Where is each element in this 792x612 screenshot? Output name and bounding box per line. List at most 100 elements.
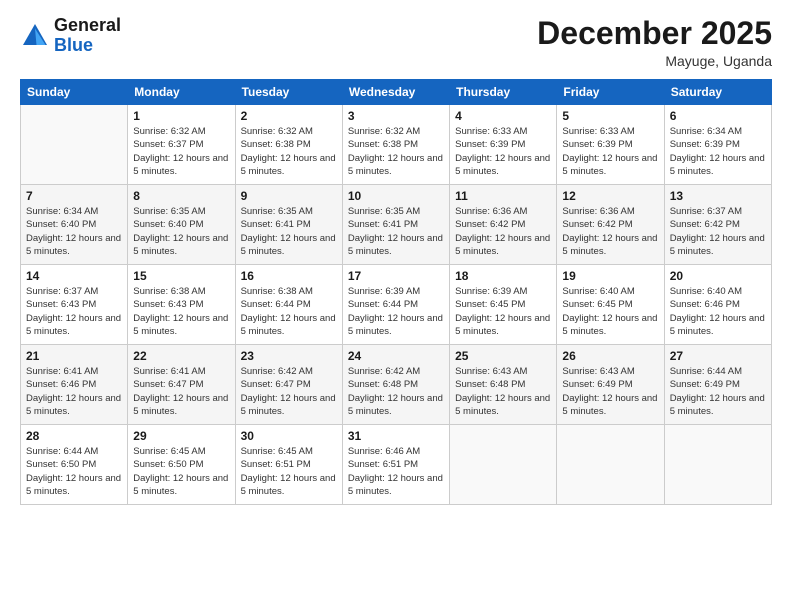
calendar-cell: 1 Sunrise: 6:32 AM Sunset: 6:37 PM Daylig… xyxy=(128,105,235,185)
calendar-cell: 19Sunrise: 6:40 AM Sunset: 6:45 PM Dayli… xyxy=(557,265,664,345)
day-info: Sunrise: 6:33 AM Sunset: 6:39 PM Dayligh… xyxy=(562,125,658,178)
day-info: Sunrise: 6:34 AM Sunset: 6:40 PM Dayligh… xyxy=(26,205,122,258)
day-info: Sunrise: 6:34 AM Sunset: 6:39 PM Dayligh… xyxy=(670,125,766,178)
week-row-2: 14 Sunrise: 6:37 AM Sunset: 6:43 PM Dayli… xyxy=(21,265,772,345)
logo: General Blue xyxy=(20,16,121,56)
day-number: 20 xyxy=(670,269,766,283)
day-number: 5 xyxy=(562,109,658,123)
calendar-cell: 23 Sunrise: 6:42 AM Sunset: 6:47 PM Dayli… xyxy=(235,345,342,425)
calendar-cell: 26Sunrise: 6:43 AM Sunset: 6:49 PM Dayli… xyxy=(557,345,664,425)
col-header-friday: Friday xyxy=(557,80,664,105)
day-info: Sunrise: 6:44 AM Sunset: 6:49 PM Dayligh… xyxy=(670,365,766,418)
day-info: Sunrise: 6:33 AM Sunset: 6:39 PM Dayligh… xyxy=(455,125,551,178)
calendar-cell xyxy=(664,425,771,505)
calendar-cell: 25Sunrise: 6:43 AM Sunset: 6:48 PM Dayli… xyxy=(450,345,557,425)
calendar-cell: 15Sunrise: 6:38 AM Sunset: 6:43 PM Dayli… xyxy=(128,265,235,345)
calendar-cell: 9 Sunrise: 6:35 AM Sunset: 6:41 PM Daylig… xyxy=(235,185,342,265)
day-number: 12 xyxy=(562,189,658,203)
calendar-cell: 28 Sunrise: 6:44 AM Sunset: 6:50 PM Dayli… xyxy=(21,425,128,505)
day-number: 3 xyxy=(348,109,444,123)
day-info: Sunrise: 6:32 AM Sunset: 6:37 PM Dayligh… xyxy=(133,125,229,178)
subtitle: Mayuge, Uganda xyxy=(537,53,772,69)
day-number: 2 xyxy=(241,109,337,123)
day-info: Sunrise: 6:42 AM Sunset: 6:47 PM Dayligh… xyxy=(241,365,337,418)
day-number: 6 xyxy=(670,109,766,123)
day-number: 14 xyxy=(26,269,122,283)
col-header-wednesday: Wednesday xyxy=(342,80,449,105)
day-info: Sunrise: 6:42 AM Sunset: 6:48 PM Dayligh… xyxy=(348,365,444,418)
day-number: 17 xyxy=(348,269,444,283)
calendar-cell: 29Sunrise: 6:45 AM Sunset: 6:50 PM Dayli… xyxy=(128,425,235,505)
day-info: Sunrise: 6:45 AM Sunset: 6:50 PM Dayligh… xyxy=(133,445,229,498)
calendar-cell: 4 Sunrise: 6:33 AM Sunset: 6:39 PM Daylig… xyxy=(450,105,557,185)
day-info: Sunrise: 6:40 AM Sunset: 6:46 PM Dayligh… xyxy=(670,285,766,338)
day-info: Sunrise: 6:35 AM Sunset: 6:41 PM Dayligh… xyxy=(348,205,444,258)
title-block: December 2025 Mayuge, Uganda xyxy=(537,16,772,69)
week-row-1: 7 Sunrise: 6:34 AM Sunset: 6:40 PM Daylig… xyxy=(21,185,772,265)
calendar-cell: 11 Sunrise: 6:36 AM Sunset: 6:42 PM Dayli… xyxy=(450,185,557,265)
day-info: Sunrise: 6:38 AM Sunset: 6:44 PM Dayligh… xyxy=(241,285,337,338)
calendar-cell: 18 Sunrise: 6:39 AM Sunset: 6:45 PM Dayli… xyxy=(450,265,557,345)
calendar-cell: 12 Sunrise: 6:36 AM Sunset: 6:42 PM Dayli… xyxy=(557,185,664,265)
logo-text: General Blue xyxy=(54,16,121,56)
day-number: 8 xyxy=(133,189,229,203)
day-info: Sunrise: 6:41 AM Sunset: 6:46 PM Dayligh… xyxy=(26,365,122,418)
day-number: 22 xyxy=(133,349,229,363)
col-header-tuesday: Tuesday xyxy=(235,80,342,105)
col-header-thursday: Thursday xyxy=(450,80,557,105)
day-number: 11 xyxy=(455,189,551,203)
day-number: 4 xyxy=(455,109,551,123)
page: General Blue December 2025 Mayuge, Ugand… xyxy=(0,0,792,612)
day-info: Sunrise: 6:43 AM Sunset: 6:49 PM Dayligh… xyxy=(562,365,658,418)
day-info: Sunrise: 6:37 AM Sunset: 6:43 PM Dayligh… xyxy=(26,285,122,338)
day-number: 1 xyxy=(133,109,229,123)
calendar: SundayMondayTuesdayWednesdayThursdayFrid… xyxy=(20,79,772,505)
col-header-monday: Monday xyxy=(128,80,235,105)
header: General Blue December 2025 Mayuge, Ugand… xyxy=(20,16,772,69)
day-number: 31 xyxy=(348,429,444,443)
calendar-cell: 5 Sunrise: 6:33 AM Sunset: 6:39 PM Daylig… xyxy=(557,105,664,185)
calendar-cell: 17Sunrise: 6:39 AM Sunset: 6:44 PM Dayli… xyxy=(342,265,449,345)
day-info: Sunrise: 6:43 AM Sunset: 6:48 PM Dayligh… xyxy=(455,365,551,418)
calendar-cell: 31 Sunrise: 6:46 AM Sunset: 6:51 PM Dayli… xyxy=(342,425,449,505)
day-number: 30 xyxy=(241,429,337,443)
day-info: Sunrise: 6:44 AM Sunset: 6:50 PM Dayligh… xyxy=(26,445,122,498)
calendar-cell: 30Sunrise: 6:45 AM Sunset: 6:51 PM Dayli… xyxy=(235,425,342,505)
day-number: 9 xyxy=(241,189,337,203)
day-info: Sunrise: 6:36 AM Sunset: 6:42 PM Dayligh… xyxy=(455,205,551,258)
calendar-cell: 13Sunrise: 6:37 AM Sunset: 6:42 PM Dayli… xyxy=(664,185,771,265)
calendar-cell: 7 Sunrise: 6:34 AM Sunset: 6:40 PM Daylig… xyxy=(21,185,128,265)
calendar-cell: 24 Sunrise: 6:42 AM Sunset: 6:48 PM Dayli… xyxy=(342,345,449,425)
day-number: 24 xyxy=(348,349,444,363)
day-info: Sunrise: 6:36 AM Sunset: 6:42 PM Dayligh… xyxy=(562,205,658,258)
day-info: Sunrise: 6:46 AM Sunset: 6:51 PM Dayligh… xyxy=(348,445,444,498)
day-info: Sunrise: 6:41 AM Sunset: 6:47 PM Dayligh… xyxy=(133,365,229,418)
calendar-cell: 10 Sunrise: 6:35 AM Sunset: 6:41 PM Dayli… xyxy=(342,185,449,265)
week-row-3: 21 Sunrise: 6:41 AM Sunset: 6:46 PM Dayli… xyxy=(21,345,772,425)
day-number: 28 xyxy=(26,429,122,443)
day-number: 10 xyxy=(348,189,444,203)
main-title: December 2025 xyxy=(537,16,772,51)
calendar-cell: 27Sunrise: 6:44 AM Sunset: 6:49 PM Dayli… xyxy=(664,345,771,425)
calendar-cell: 8Sunrise: 6:35 AM Sunset: 6:40 PM Daylig… xyxy=(128,185,235,265)
col-header-sunday: Sunday xyxy=(21,80,128,105)
day-number: 15 xyxy=(133,269,229,283)
calendar-cell: 20 Sunrise: 6:40 AM Sunset: 6:46 PM Dayli… xyxy=(664,265,771,345)
calendar-cell: 6 Sunrise: 6:34 AM Sunset: 6:39 PM Daylig… xyxy=(664,105,771,185)
col-header-saturday: Saturday xyxy=(664,80,771,105)
calendar-header-row: SundayMondayTuesdayWednesdayThursdayFrid… xyxy=(21,80,772,105)
week-row-4: 28 Sunrise: 6:44 AM Sunset: 6:50 PM Dayli… xyxy=(21,425,772,505)
day-number: 18 xyxy=(455,269,551,283)
calendar-cell xyxy=(450,425,557,505)
calendar-cell: 14 Sunrise: 6:37 AM Sunset: 6:43 PM Dayli… xyxy=(21,265,128,345)
day-info: Sunrise: 6:32 AM Sunset: 6:38 PM Dayligh… xyxy=(241,125,337,178)
calendar-cell: 21 Sunrise: 6:41 AM Sunset: 6:46 PM Dayli… xyxy=(21,345,128,425)
day-info: Sunrise: 6:39 AM Sunset: 6:45 PM Dayligh… xyxy=(455,285,551,338)
day-info: Sunrise: 6:35 AM Sunset: 6:41 PM Dayligh… xyxy=(241,205,337,258)
calendar-cell: 22 Sunrise: 6:41 AM Sunset: 6:47 PM Dayli… xyxy=(128,345,235,425)
week-row-0: 1 Sunrise: 6:32 AM Sunset: 6:37 PM Daylig… xyxy=(21,105,772,185)
day-number: 23 xyxy=(241,349,337,363)
logo-icon xyxy=(20,21,50,51)
day-number: 7 xyxy=(26,189,122,203)
day-number: 21 xyxy=(26,349,122,363)
